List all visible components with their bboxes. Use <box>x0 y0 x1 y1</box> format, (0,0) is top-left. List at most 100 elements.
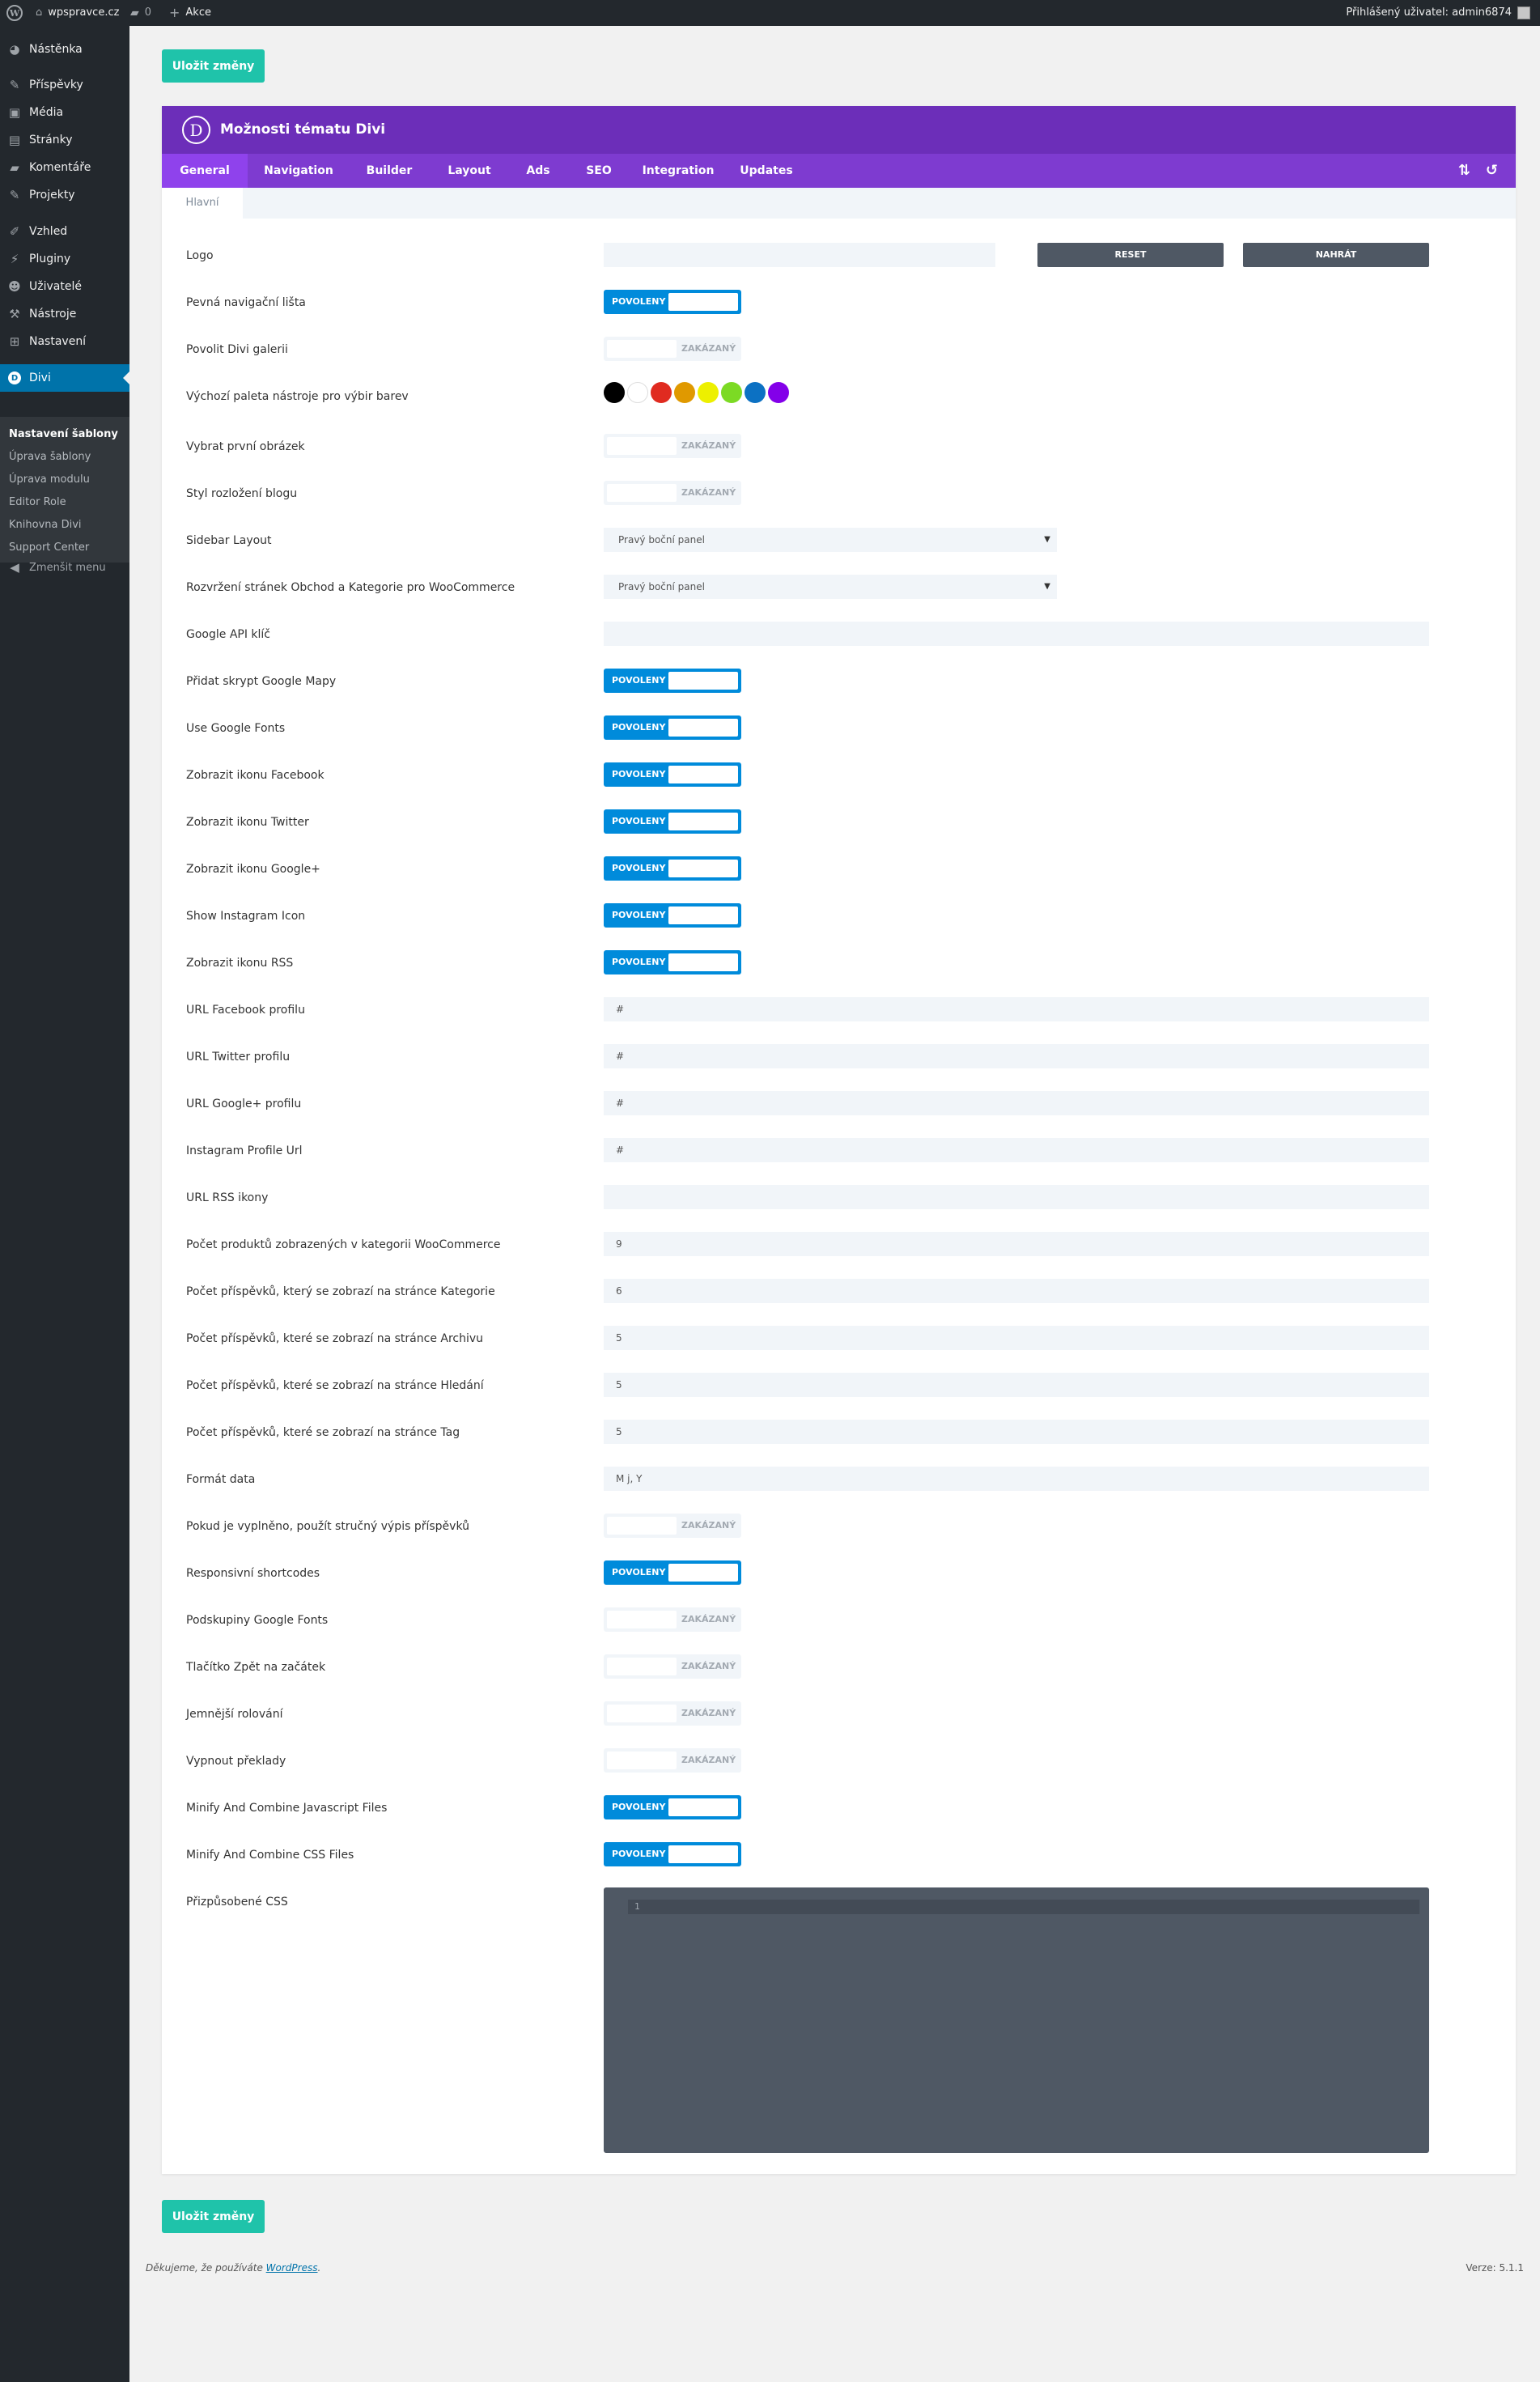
toggle-knob <box>607 1705 677 1722</box>
search-posts-count-input[interactable]: 5 <box>604 1373 1429 1397</box>
category-posts-count-input[interactable]: 6 <box>604 1279 1429 1303</box>
sidebar-item-label: Stránky <box>29 134 73 146</box>
footer-thanks-prefix: Děkujeme, že používáte <box>146 2262 266 2274</box>
toggle-minify-js[interactable]: POVOLENY <box>604 1795 741 1819</box>
color-swatch-black[interactable] <box>604 382 625 403</box>
sidebar-item-media[interactable]: ▣ Média <box>0 99 129 126</box>
sidebar-item-appearance[interactable]: ✐ Vzhled <box>0 218 129 245</box>
custom-css-editor[interactable]: 1 <box>604 1887 1429 2153</box>
color-swatch-yellow[interactable] <box>698 382 719 403</box>
sidebar-item-users[interactable]: ☻ Uživatelé <box>0 273 129 300</box>
comments-link[interactable]: ▰ 0 <box>130 0 151 26</box>
submenu-theme-customizer[interactable]: Úprava šablony <box>9 446 91 469</box>
toggle-disable-translations[interactable]: ZAKÁZANÝ <box>604 1748 741 1773</box>
toggle-divi-gallery[interactable]: ZAKÁZANÝ <box>604 337 741 361</box>
toggle-blog-style[interactable]: ZAKÁZANÝ <box>604 481 741 505</box>
toggle-google-maps[interactable]: POVOLENY <box>604 669 741 693</box>
color-swatch-white[interactable] <box>627 382 648 403</box>
toggle-google-fonts[interactable]: POVOLENY <box>604 715 741 740</box>
toggle-googleplus-icon[interactable]: POVOLENY <box>604 856 741 881</box>
tab-seo[interactable]: SEO <box>566 154 631 188</box>
site-name-link[interactable]: ⌂ wpspravce.cz <box>36 0 119 26</box>
color-swatch-red[interactable] <box>651 382 672 403</box>
option-label: Pokud je vyplněno, použít stručný výpis … <box>186 1520 469 1533</box>
media-icon: ▣ <box>8 105 21 120</box>
toggle-state: ZAKÁZANÝ <box>681 1614 736 1624</box>
googleplus-url-input[interactable]: # <box>604 1091 1429 1115</box>
reset-icon[interactable]: ↺ <box>1486 154 1498 188</box>
color-swatch-orange[interactable] <box>674 382 695 403</box>
user-account-link[interactable]: Přihlášený uživatel: admin6874 <box>1346 0 1530 26</box>
current-menu-arrow <box>123 372 129 384</box>
toggle-fixed-nav[interactable]: POVOLENY <box>604 290 741 314</box>
color-swatch-green[interactable] <box>721 382 742 403</box>
sidebar-layout-select[interactable]: Pravý boční panel ▼ <box>604 528 1057 552</box>
save-button-top[interactable]: Uložit změny <box>162 49 265 83</box>
tab-navigation[interactable]: Navigation <box>248 154 350 188</box>
wordpress-logo-icon[interactable]: W <box>6 0 23 26</box>
submenu-divi-library[interactable]: Knihovna Divi <box>9 514 82 537</box>
option-label: Formát data <box>186 1473 256 1486</box>
submenu-role-editor[interactable]: Editor Role <box>9 491 66 514</box>
toggle-back-to-top[interactable]: ZAKÁZANÝ <box>604 1654 741 1679</box>
submenu-module-customizer[interactable]: Úprava modulu <box>9 469 90 491</box>
toggle-first-image[interactable]: ZAKÁZANÝ <box>604 434 741 458</box>
tab-general[interactable]: General <box>162 154 248 188</box>
toggle-state: ZAKÁZANÝ <box>681 1708 736 1718</box>
google-api-key-input[interactable] <box>604 622 1429 646</box>
sidebar-item-comments[interactable]: ▰ Komentáře <box>0 154 129 181</box>
woo-products-count-input[interactable]: 9 <box>604 1232 1429 1256</box>
rss-url-input[interactable] <box>604 1185 1429 1209</box>
toggle-state: POVOLENY <box>612 722 666 732</box>
tab-updates[interactable]: Updates <box>725 154 808 188</box>
toggle-state: ZAKÁZANÝ <box>681 1520 736 1531</box>
toggle-responsive-shortcodes[interactable]: POVOLENY <box>604 1560 741 1585</box>
submenu-theme-options[interactable]: Nastavení šablony <box>9 423 118 446</box>
sidebar-item-label: Nastavení <box>29 335 87 348</box>
new-content-link[interactable]: + Akce <box>169 0 211 26</box>
tab-integration[interactable]: Integration <box>631 154 725 188</box>
footer-version: Verze: 5.1.1 <box>1466 2262 1524 2274</box>
logo-upload-button[interactable]: NAHRÁT <box>1243 243 1429 267</box>
instagram-url-input[interactable]: # <box>604 1138 1429 1162</box>
toggle-instagram-icon[interactable]: POVOLENY <box>604 903 741 928</box>
facebook-url-input[interactable]: # <box>604 997 1429 1021</box>
toggle-smooth-scroll[interactable]: ZAKÁZANÝ <box>604 1701 741 1726</box>
toggle-minify-css[interactable]: POVOLENY <box>604 1842 741 1866</box>
save-button-bottom[interactable]: Uložit změny <box>162 2200 265 2233</box>
logo-url-input[interactable] <box>604 243 995 267</box>
twitter-url-input[interactable]: # <box>604 1044 1429 1068</box>
sidebar-item-dashboard[interactable]: ◕ Nástěnka <box>0 36 129 63</box>
sidebar-item-pages[interactable]: ▤ Stránky <box>0 126 129 154</box>
logo-reset-button[interactable]: RESET <box>1037 243 1224 267</box>
sidebar-item-plugins[interactable]: ⚡ Pluginy <box>0 245 129 273</box>
date-format-input[interactable]: M j, Y <box>604 1467 1429 1491</box>
wordpress-link[interactable]: WordPress <box>266 2262 318 2274</box>
toggle-facebook-icon[interactable]: POVOLENY <box>604 762 741 787</box>
toggle-knob <box>607 1611 677 1628</box>
sidebar-item-posts[interactable]: ✎ Příspěvky <box>0 71 129 99</box>
sidebar-item-projects[interactable]: ✎ Projekty <box>0 181 129 209</box>
archive-posts-count-input[interactable]: 5 <box>604 1326 1429 1350</box>
sidebar-item-divi[interactable]: D Divi <box>0 364 129 392</box>
sidebar-item-settings[interactable]: ⊞ Nastavení <box>0 328 129 355</box>
tab-builder[interactable]: Builder <box>350 154 429 188</box>
collapse-menu-button[interactable]: ◀ Zmenšit menu <box>0 554 129 581</box>
toggle-font-subsets[interactable]: ZAKÁZANÝ <box>604 1607 741 1632</box>
color-swatch-purple[interactable] <box>768 382 789 403</box>
toggle-twitter-icon[interactable]: POVOLENY <box>604 809 741 834</box>
options-tab-bar: General Navigation Builder Layout Ads SE… <box>162 154 1516 188</box>
wrench-icon: ⚒ <box>9 307 20 321</box>
color-swatch-blue[interactable] <box>745 382 766 403</box>
import-export-icon[interactable]: ⇅ <box>1458 154 1470 188</box>
tab-layout[interactable]: Layout <box>429 154 510 188</box>
toggle-rss-icon[interactable]: POVOLENY <box>604 950 741 974</box>
woocommerce-layout-select[interactable]: Pravý boční panel ▼ <box>604 575 1057 599</box>
option-label: URL RSS ikony <box>186 1191 269 1204</box>
tag-posts-count-input[interactable]: 5 <box>604 1420 1429 1444</box>
toggle-excerpts[interactable]: ZAKÁZANÝ <box>604 1514 741 1538</box>
sidebar-item-tools[interactable]: ⚒ Nástroje <box>0 300 129 328</box>
divi-submenu: Nastavení šablony Úprava šablony Úprava … <box>0 417 129 563</box>
tab-ads[interactable]: Ads <box>510 154 566 188</box>
subtab-main[interactable]: Hlavní <box>162 188 243 219</box>
